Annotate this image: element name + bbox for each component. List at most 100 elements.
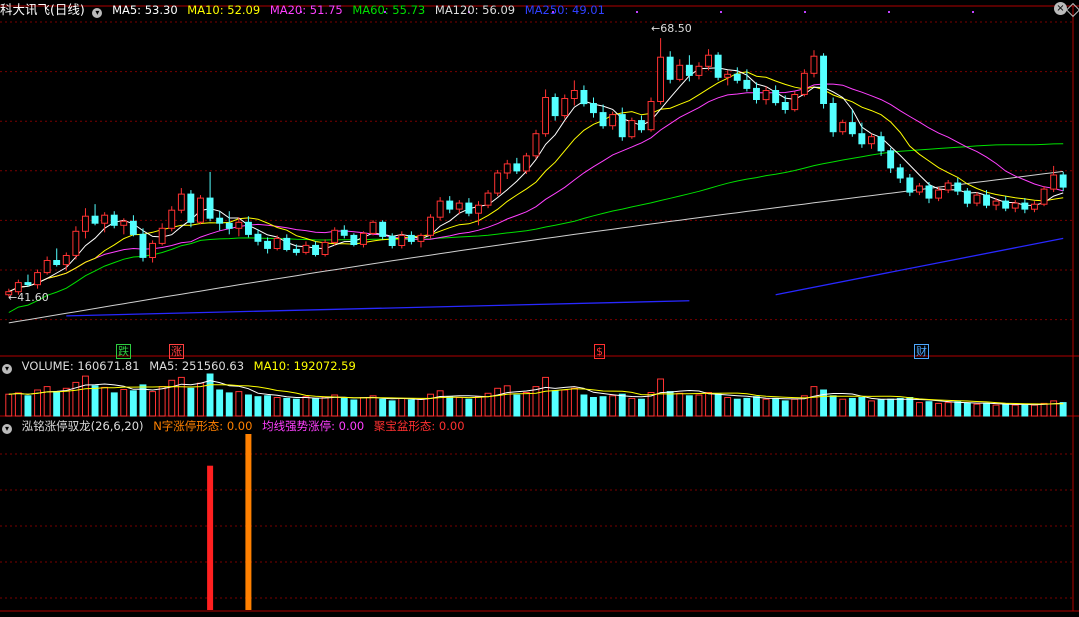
candle: [522, 155, 530, 172]
candle: [331, 229, 339, 243]
volume-bar: [1031, 404, 1038, 417]
volume-bar: [772, 397, 780, 417]
candle: [1021, 202, 1029, 210]
candle: [916, 185, 923, 193]
candle: [254, 233, 262, 242]
volume-bar: [513, 394, 521, 417]
candle: [791, 94, 799, 111]
volume-bar: [264, 395, 272, 417]
volume-bar: [916, 402, 923, 417]
volume-bar: [618, 393, 626, 417]
volume-bar: [705, 392, 712, 417]
candle: [1002, 200, 1010, 209]
candle: [1031, 203, 1038, 210]
ma120-value: MA120: 56.09: [434, 3, 516, 17]
volume-ma5-value: MA5: 251560.63: [149, 359, 245, 373]
candle: [43, 260, 51, 274]
volume-bar: [455, 397, 463, 417]
volume-bar: [465, 398, 473, 417]
volume-bar: [475, 396, 482, 417]
volume-bar: [944, 402, 952, 417]
candle: [34, 272, 41, 286]
candle: [762, 90, 770, 101]
volume-bar: [954, 401, 962, 417]
candle: [733, 73, 741, 81]
candle: [935, 189, 942, 199]
candle: [695, 65, 703, 76]
candle: [273, 237, 281, 249]
candle: [983, 194, 990, 206]
candle: [455, 202, 463, 210]
panel-menu-icon[interactable]: ▾: [92, 8, 103, 18]
volume-bar: [216, 389, 224, 417]
volume-bar: [542, 376, 549, 417]
volume-bar: [762, 398, 770, 417]
event-tag-fall[interactable]: 跌: [116, 344, 131, 359]
candle: [590, 103, 597, 114]
volume-bar: [753, 396, 760, 417]
volume-bar: [245, 394, 252, 417]
volume-bar: [407, 399, 415, 417]
high-marker-icon: ←: [651, 22, 661, 35]
volume-bar: [53, 391, 61, 417]
ma10-value: MA10: 52.09: [187, 3, 261, 17]
volume-menu-icon[interactable]: ▾: [2, 364, 12, 374]
volume-bar: [743, 397, 751, 417]
candle: [120, 220, 128, 226]
indicator-name[interactable]: 泓铭涨停驭龙(26,6,20): [22, 419, 144, 433]
indicator-menu-icon[interactable]: ▾: [2, 424, 12, 434]
volume-bar: [1011, 404, 1019, 417]
volume-bar: [350, 399, 358, 417]
volume-bar: [810, 386, 818, 417]
candle: [887, 150, 895, 169]
low-price-label: ←41.60: [8, 291, 49, 304]
candle: [848, 122, 856, 135]
candle: [82, 215, 89, 232]
volume-bar: [331, 394, 339, 417]
volume-value: VOLUME: 160671.81: [21, 359, 140, 373]
volume-bar: [983, 402, 990, 417]
high-price-label: ←68.50: [651, 22, 692, 35]
volume-bar: [714, 393, 722, 417]
volume-bar: [101, 386, 109, 417]
high-price-value: 68.50: [660, 22, 692, 35]
candle: [53, 260, 61, 265]
candle: [638, 120, 645, 131]
event-tag-finance[interactable]: 财: [914, 344, 929, 359]
candle: [72, 230, 80, 256]
volume-bar: [14, 392, 22, 417]
stock-name[interactable]: 科大讯飞(日线): [0, 2, 85, 17]
volume-bar: [197, 382, 204, 417]
volume-bar: [398, 397, 406, 417]
close-icon[interactable]: ×: [1054, 2, 1067, 15]
volume-bar: [273, 397, 281, 417]
candle: [800, 72, 808, 95]
candle: [197, 197, 204, 223]
top-dot-marker: [972, 11, 974, 13]
volume-bar: [82, 375, 89, 417]
volume-bar: [532, 386, 540, 417]
volume-bar: [1040, 402, 1048, 417]
volume-bar: [340, 397, 348, 417]
volume-bar: [254, 396, 262, 417]
volume-bar: [321, 396, 329, 417]
volume-bar: [724, 397, 732, 417]
volume-bar: [580, 394, 588, 417]
candle: [772, 90, 780, 104]
candle: [398, 234, 406, 246]
low-marker-icon: ←: [8, 291, 18, 304]
candle: [101, 214, 109, 224]
event-tag-dollar[interactable]: $: [594, 344, 605, 359]
candle: [705, 54, 712, 67]
candle: [906, 177, 914, 193]
candle: [350, 234, 358, 245]
candle: [839, 122, 847, 133]
volume-bar: [129, 390, 137, 417]
signal-n-shape-value: N字涨停形态: 0.00: [153, 419, 253, 433]
volume-bar: [839, 398, 847, 417]
candle: [666, 56, 674, 80]
candle: [225, 222, 233, 229]
volume-bar: [312, 398, 320, 417]
event-tag-rise[interactable]: 涨: [169, 344, 184, 359]
candle: [609, 114, 617, 127]
